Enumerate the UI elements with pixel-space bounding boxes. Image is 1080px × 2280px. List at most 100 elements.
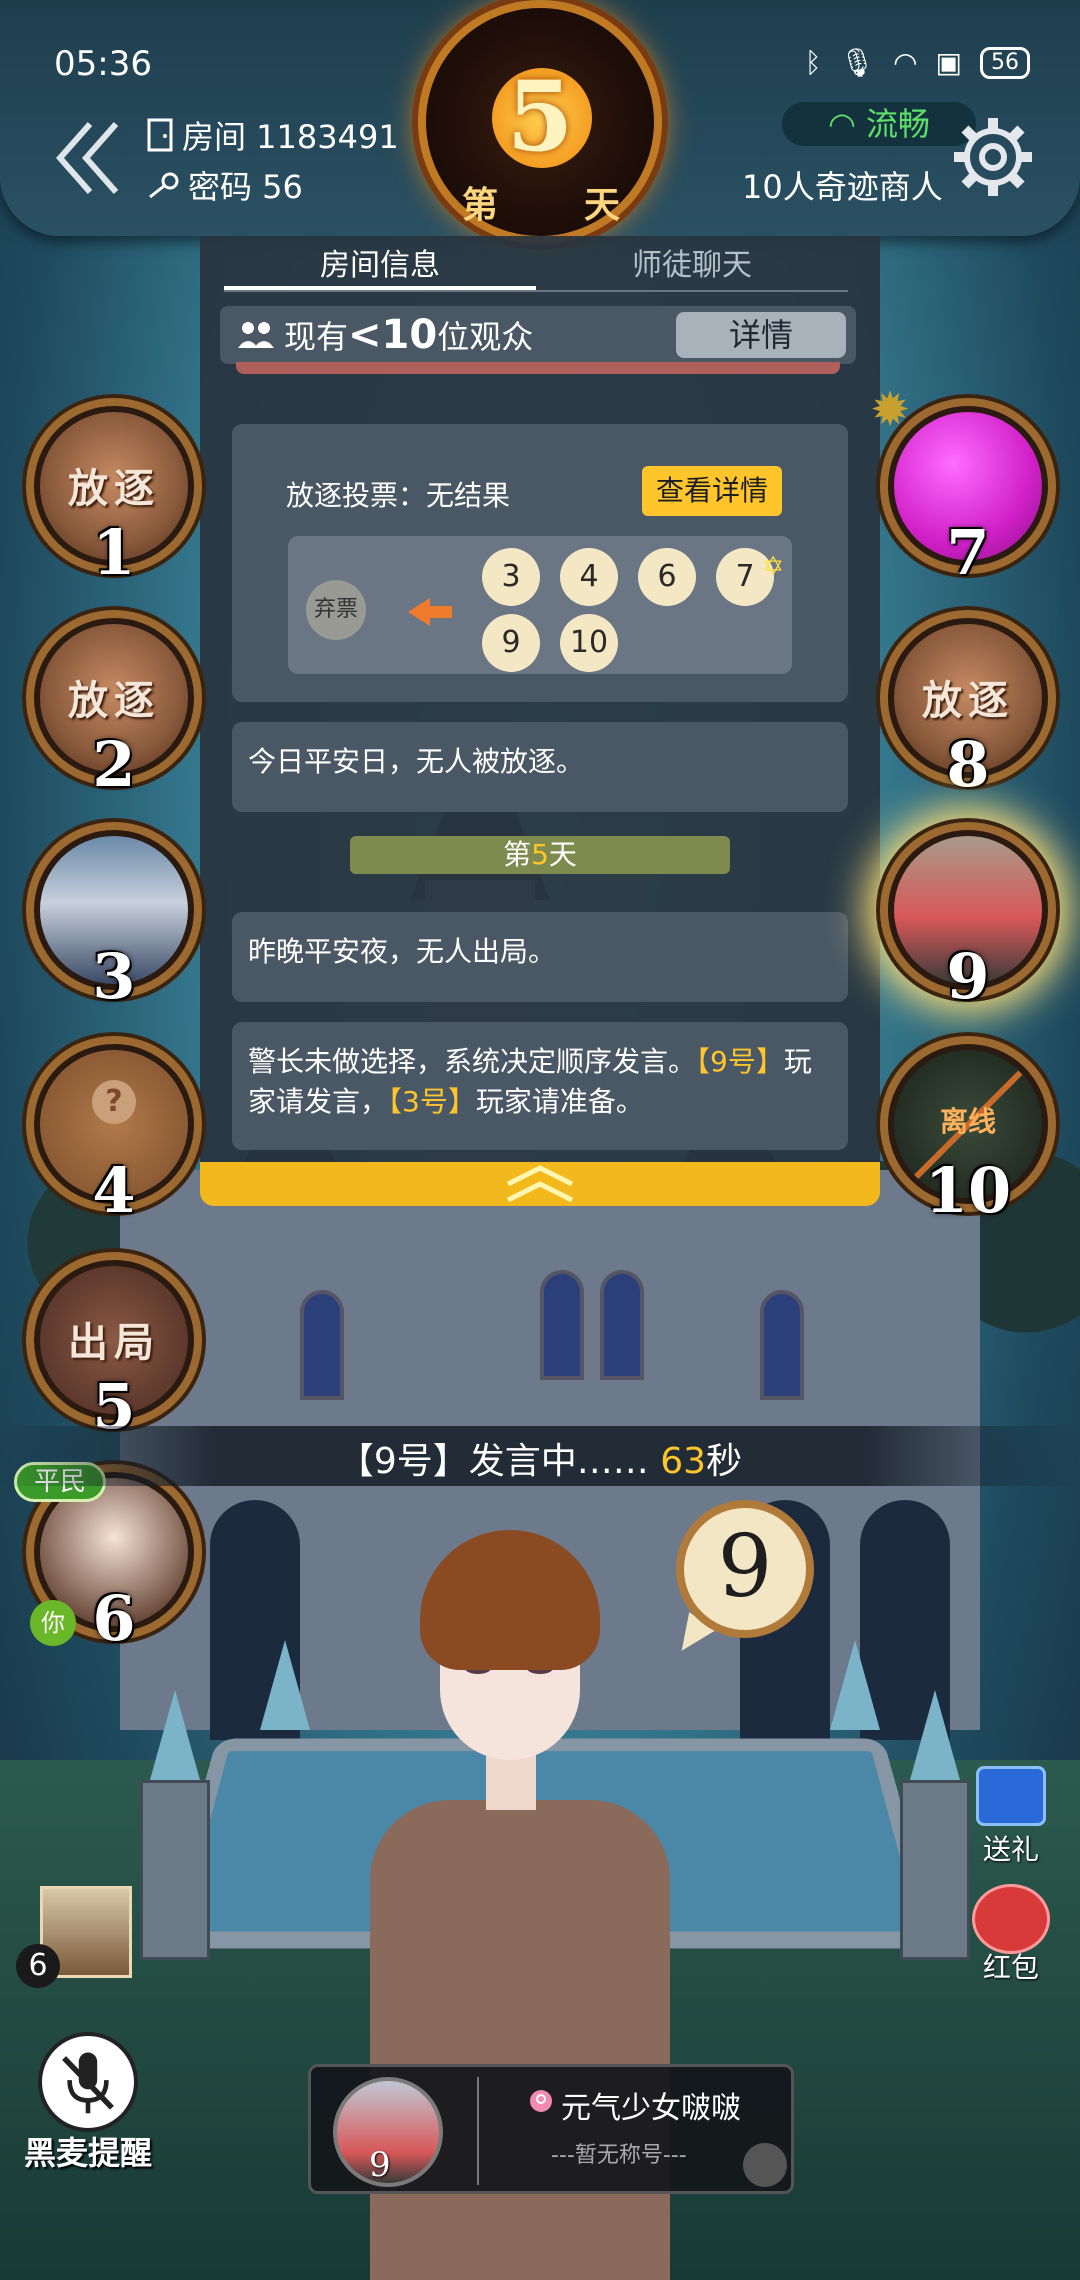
sim-icon: ▣ <box>935 46 962 79</box>
game-logo-icon <box>743 2143 787 2187</box>
audience-detail-button[interactable]: 详情 <box>676 312 846 358</box>
system-message: 昨晚平安夜，无人出局。 <box>232 912 848 1002</box>
chevron-up-icon <box>506 1181 574 1202</box>
red-packet-icon <box>972 1884 1050 1954</box>
eliminated-label: 出局 <box>68 1320 160 1366</box>
player-seat-10[interactable]: 离线 10 <box>880 1036 1056 1227</box>
character-hair <box>420 1530 600 1670</box>
player-seat-5[interactable]: 出局 5 <box>26 1252 202 1443</box>
player-seat-8[interactable]: 放逐 8 <box>880 610 1056 801</box>
card-divider <box>477 2077 479 2185</box>
settings-gear-icon[interactable] <box>948 112 1038 202</box>
crystal-statue <box>260 1640 310 1730</box>
status-time: 05:36 <box>54 44 152 84</box>
back-chevron-icon[interactable] <box>52 118 122 198</box>
audience-bar: 现有<10位观众 详情 <box>220 306 856 364</box>
room-info-panel: 房间信息 师徒聊天 现有<10位观众 详情 放逐投票：无结果 查看详情 弃票 3… <box>200 236 880 1164</box>
seat-number: 9 <box>946 940 990 1013</box>
muted-mic-icon <box>38 2032 138 2132</box>
send-gift-button[interactable]: 送礼 <box>966 1766 1056 1866</box>
player-seat-4[interactable]: ? 4 <box>26 1036 202 1227</box>
seat-number: 8 <box>946 728 990 801</box>
castle-window <box>600 1270 644 1380</box>
key-icon <box>149 172 179 199</box>
self-badge: 你 <box>30 1600 76 1646</box>
voter-chip-sheriff: 7 ✡ <box>716 548 784 606</box>
panel-tabs: 房间信息 师徒聊天 <box>224 244 848 292</box>
room-number: 房间 1183491 <box>146 112 399 158</box>
female-icon <box>530 2090 552 2112</box>
room-label: 房间 1183491 <box>182 118 399 156</box>
speaker-seat-number: 9 <box>369 2145 391 2185</box>
spectator-list-button[interactable]: 6 <box>16 1886 136 1988</box>
vote-result-card: 放逐投票：无结果 查看详情 弃票 3 4 6 7 ✡ 9 10 <box>232 424 848 702</box>
sheriff-star-icon: ✹ <box>870 382 911 438</box>
arrow-left-icon-bar <box>428 606 452 618</box>
crystal-statue <box>910 1690 960 1780</box>
stone-pillar <box>900 1780 970 1960</box>
offline-label: 离线 <box>939 1105 996 1138</box>
day-prefix: 第 <box>462 185 499 226</box>
seat-number: 1 <box>92 516 136 589</box>
speaker-number-bubble: 9 <box>676 1500 814 1638</box>
voter-chip: 6 <box>638 548 696 606</box>
star-icon: ✡ <box>762 552 784 582</box>
question-mark-icon: ? <box>92 1080 136 1124</box>
divider-strip <box>236 362 840 374</box>
bluetooth-icon: ᛒ <box>804 46 822 79</box>
tab-room-info[interactable]: 房间信息 <box>224 244 536 290</box>
system-message: 警长未做选择，系统决定顺序发言。【9号】玩家请发言，【3号】玩家请准备。 <box>232 1022 848 1150</box>
vote-detail-button[interactable]: 查看详情 <box>642 466 782 516</box>
player-seat-9[interactable]: 9 <box>880 822 1056 1013</box>
collapse-panel-button[interactable] <box>200 1162 880 1206</box>
tab-mentor-chat[interactable]: 师徒聊天 <box>536 244 848 290</box>
room-password: 密码 56 <box>146 162 303 208</box>
stone-pillar <box>140 1780 210 1960</box>
current-speaker-card[interactable]: 9 元气少女啵啵 ---暂无称号--- <box>308 2064 794 2194</box>
speaking-status-text: 【9号】发言中…… 63秒 <box>337 1441 743 1482</box>
exiled-label: 放逐 <box>922 678 1014 724</box>
seat-number: 2 <box>92 728 136 801</box>
voter-chip: 3 <box>482 548 540 606</box>
exiled-label: 放逐 <box>68 678 160 724</box>
player-seat-1[interactable]: 放逐 1 <box>26 398 202 589</box>
castle-window <box>540 1270 584 1380</box>
player-seat-7[interactable]: ✹ 7 <box>870 386 1056 589</box>
voter-chip: 9 <box>482 614 540 672</box>
game-mode: 10人奇迹商人 <box>742 168 943 206</box>
castle-window <box>760 1290 804 1400</box>
seat-number: 7 <box>946 516 990 589</box>
wifi-icon: ◠ <box>893 46 918 79</box>
speaker-name: 元气少女啵啵 <box>561 2091 741 2126</box>
day-number: 5 <box>506 60 574 173</box>
abstain-chip: 弃票 <box>306 580 366 640</box>
password-label: 密码 56 <box>188 168 303 206</box>
wifi-icon: ◠ <box>827 105 856 143</box>
day-divider: 第5天 <box>350 836 730 874</box>
crystal-statue <box>830 1640 880 1730</box>
red-packet-label: 红包 <box>982 1951 1039 1984</box>
red-packet-button[interactable]: 红包 <box>966 1884 1056 1984</box>
voter-chip: 4 <box>560 548 618 606</box>
castle-window <box>300 1290 344 1400</box>
battery-indicator: 56 <box>980 46 1030 79</box>
spectator-count: 6 <box>16 1944 60 1988</box>
speaking-status-bar: 【9号】发言中…… 63秒 <box>0 1426 1080 1486</box>
countdown-seconds: 63 <box>660 1441 707 1482</box>
player-seat-2[interactable]: 放逐 2 <box>26 610 202 801</box>
arrow-left-icon <box>408 598 430 626</box>
gift-icon <box>976 1766 1046 1826</box>
day-suffix: 天 <box>584 185 621 226</box>
people-icon <box>238 322 274 348</box>
player-seat-3[interactable]: 3 <box>26 822 202 1013</box>
exiled-label: 放逐 <box>68 466 160 512</box>
status-icons: ᛒ 🎙 ◠ ▣ 56 <box>805 46 1030 79</box>
day-counter-badge: 5 第 天 <box>418 0 662 244</box>
vote-details: 弃票 3 4 6 7 ✡ 9 10 <box>288 536 792 674</box>
network-status-badge: ◠ 流畅 <box>782 102 976 146</box>
gift-label: 送礼 <box>982 1833 1039 1866</box>
mic-reminder-button[interactable]: 黑麦提醒 <box>18 2032 158 2172</box>
mic-reminder-label: 黑麦提醒 <box>23 2134 152 2172</box>
character-body <box>370 1800 670 2280</box>
mic-icon: 🎙 <box>839 46 876 79</box>
